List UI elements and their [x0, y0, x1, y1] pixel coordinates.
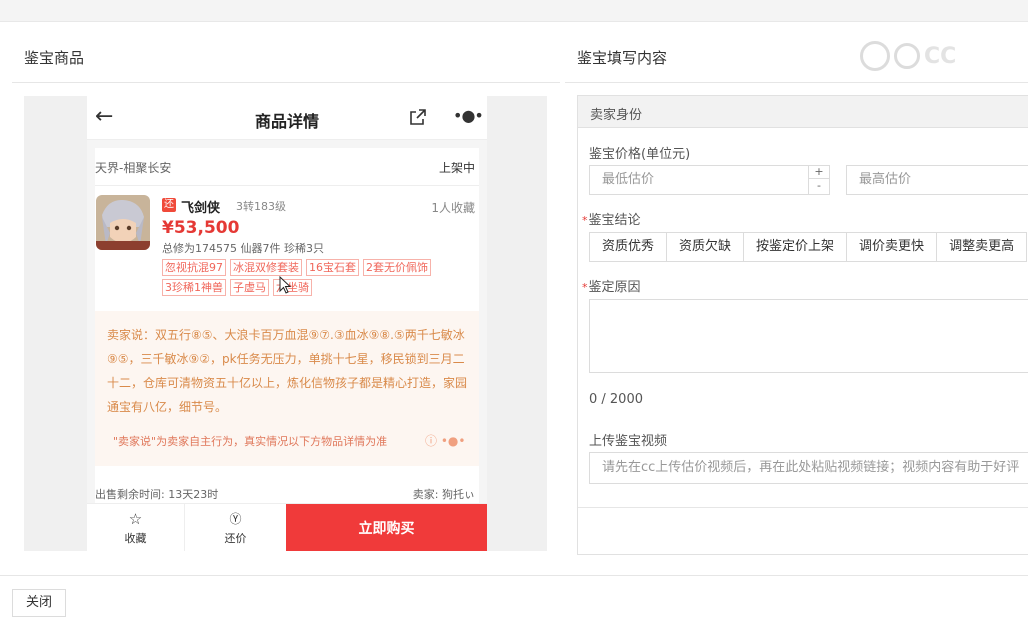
share-icon[interactable]: [409, 108, 427, 126]
yen-coin-icon: Ⓨ: [229, 512, 242, 526]
goods-price: ¥53,500: [162, 218, 240, 238]
favorite-button[interactable]: ☆ 收藏: [87, 504, 185, 551]
phone-bottom-bar: ☆ 收藏 Ⓨ 还价 立即购买: [87, 503, 487, 551]
option-quality-lacking[interactable]: 资质欠缺: [666, 232, 745, 262]
reason-textarea[interactable]: [589, 299, 1028, 373]
seller-says-text: 卖家说：双五行⑧⑤、大浪卡百万血混⑨⑦.③血冰⑨⑧.⑤两千七敏冰⑨⑤，三千敏冰⑨…: [107, 328, 468, 414]
tag-list: 忽视抗混97 冰混双修套装 16宝石套 2套无价佩饰 3珍稀1神兽 子虚马 六坐…: [162, 259, 472, 296]
favorite-label: 收藏: [124, 532, 147, 545]
tag: 冰混双修套装: [230, 259, 302, 276]
hero-badge: 还: [162, 198, 176, 212]
watermark-ring-icon: [860, 41, 890, 71]
bargain-label: 还价: [224, 532, 247, 545]
seller-says-disclaimer: "卖家说"为卖家自主行为，真实情况以下方物品详情为准: [113, 435, 388, 448]
form-header-title: 卖家身份: [590, 108, 643, 123]
form-divider: [578, 507, 1028, 508]
sale-status: 上架中: [438, 161, 475, 175]
conclusion-label: *鉴宝结论: [582, 213, 641, 228]
mouse-cursor-icon: [279, 276, 292, 294]
goods-section-title: 鉴宝商品: [24, 49, 85, 67]
star-icon: ☆: [128, 510, 143, 528]
video-link-input[interactable]: 请先在cc上传估价视频后，再在此处粘贴视频链接；视频内容有助于好评: [589, 452, 1028, 484]
decrement-icon[interactable]: -: [809, 179, 829, 193]
option-list-at-appraisal[interactable]: 按鉴定价上架: [743, 232, 848, 262]
help-icon[interactable]: ⓘ •●•: [425, 432, 465, 449]
price-label: 鉴宝价格(单位元): [589, 147, 691, 162]
cc-watermark-logo: CC: [860, 38, 1000, 74]
tag: 子虚马: [230, 279, 269, 296]
right-divider: [565, 82, 1028, 83]
footer-divider: [0, 575, 1028, 576]
tag: 2套无价佩饰: [363, 259, 431, 276]
phone-preview: ← 商品详情 •●• 天界-相聚长安 上架中 还 飞剑侠 3转183级 1人收藏…: [87, 96, 487, 551]
left-divider: [12, 82, 560, 83]
favorite-count: 1人收藏: [431, 201, 475, 215]
character-avatar: [96, 195, 150, 250]
increment-icon[interactable]: +: [809, 165, 829, 179]
remaining-time: 出售剩余时间: 13天23时: [95, 488, 219, 501]
reason-label: *鉴定原因: [582, 280, 641, 295]
char-counter: 0 / 2000: [589, 392, 643, 407]
form-header: 卖家身份: [578, 96, 1028, 128]
tag: 16宝石套: [306, 259, 359, 276]
buy-now-button[interactable]: 立即购买: [286, 504, 487, 551]
tag: 忽视抗混97: [162, 259, 226, 276]
min-price-input[interactable]: 最低估价: [589, 165, 830, 195]
option-quality-excellent[interactable]: 资质优秀: [589, 232, 668, 262]
option-adjust-higher[interactable]: 调整卖更高: [936, 232, 1028, 262]
max-price-input[interactable]: 最高估价: [846, 165, 1028, 195]
bargain-button[interactable]: Ⓨ 还价: [185, 504, 286, 551]
price-stepper[interactable]: + -: [808, 165, 829, 194]
character-stats: 总修为174575 仙器7件 珍稀3只: [162, 242, 324, 255]
tag: 3珍稀1神兽: [162, 279, 226, 296]
character-name: 飞剑侠: [181, 201, 221, 216]
watermark-text: CC: [924, 43, 957, 69]
phone-header-title: 商品详情: [254, 112, 319, 131]
seller-says-box: 卖家说：双五行⑧⑤、大浪卡百万血混⑨⑦.③血冰⑨⑧.⑤两千七敏冰⑨⑤，三千敏冰⑨…: [95, 311, 479, 466]
seller-name: 卖家: 狗托ぃ: [412, 488, 475, 501]
server-name: 天界-相聚长安: [95, 161, 172, 175]
watermark-cc-icon: [894, 43, 920, 69]
close-button[interactable]: 关闭: [12, 589, 66, 617]
video-label: 上传鉴宝视频: [589, 434, 668, 449]
card-top-row: 天界-相聚长安 上架中: [95, 148, 479, 186]
conclusion-options: 资质优秀 资质欠缺 按鉴定价上架 调价卖更快 调整卖更高: [589, 232, 1028, 262]
option-adjust-faster[interactable]: 调价卖更快: [846, 232, 938, 262]
character-level: 3转183级: [236, 200, 286, 213]
more-icon[interactable]: •●•: [453, 106, 484, 125]
goods-card: 天界-相聚长安 上架中 还 飞剑侠 3转183级 1人收藏 ¥53,500 总修…: [95, 148, 479, 503]
phone-header: ← 商品详情 •●•: [87, 96, 487, 140]
form-section-title: 鉴宝填写内容: [577, 49, 668, 67]
top-bar: [0, 0, 1028, 22]
